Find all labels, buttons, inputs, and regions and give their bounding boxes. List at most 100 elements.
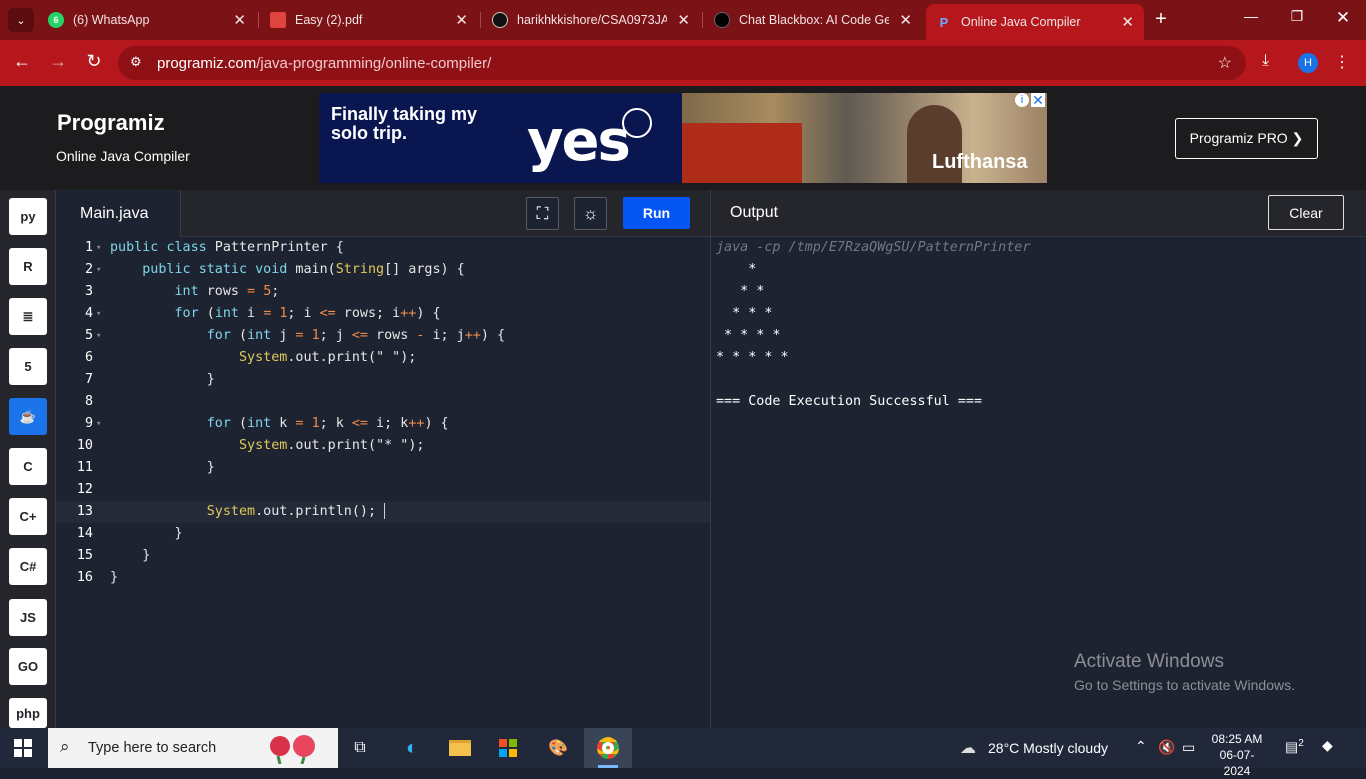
line-number: 2 (84, 262, 93, 277)
code-text: System.out.println(); (110, 501, 386, 523)
html5-icon[interactable]: 5 (9, 348, 47, 385)
address-bar[interactable]: ⚙ programiz.com/java-programming/online-… (118, 46, 1246, 80)
javascript-icon[interactable]: JS (9, 599, 47, 636)
code-text: for (int i = 1; i <= rows; i++) { (174, 306, 441, 321)
close-icon[interactable]: ✕ (899, 11, 912, 29)
fold-chevron-icon[interactable]: ▾ (96, 237, 101, 259)
microsoft-store-icon[interactable] (494, 734, 522, 762)
java-icon[interactable]: ☕ (9, 398, 47, 435)
window-close-icon[interactable]: ✕ (1328, 8, 1358, 28)
line-number: 3 (84, 284, 93, 299)
output-console[interactable]: java -cp /tmp/E7RzaQWgSU/PatternPrinter … (710, 237, 1366, 728)
windows-start-icon[interactable] (14, 739, 32, 757)
download-icon[interactable]: ⤓ (1262, 52, 1269, 70)
lang-label: R (23, 259, 33, 274)
weather-cloud-icon[interactable]: ☁ (954, 734, 982, 762)
tab-title: harikhkkishore/CSA0973JAVA (517, 13, 667, 27)
close-icon[interactable]: ✕ (455, 11, 468, 29)
paint-icon[interactable]: 🎨 (544, 734, 572, 762)
output-line: * (716, 262, 757, 277)
profile-avatar[interactable]: H (1298, 53, 1318, 73)
volume-muted-icon[interactable]: 🔇 (1158, 739, 1175, 756)
file-tab-main-java[interactable]: Main.java (56, 190, 181, 237)
editor-header: Main.java ⛶ ☼ Run (56, 190, 710, 237)
taskbar-clock[interactable]: 08:25 AM 06-07-2024 (1208, 731, 1266, 779)
browser-tab-strip: ⌄ 6 (6) WhatsApp ✕ Easy (2).pdf ✕ harikh… (0, 0, 1366, 40)
tab-github[interactable]: harikhkkishore/CSA0973JAVA ✕ (482, 6, 700, 34)
code-line: 10 System.out.print("* "); (56, 435, 710, 457)
ad-brand: Lufthansa (932, 151, 1028, 173)
programiz-pro-button[interactable]: Programiz PRO ❯ (1175, 118, 1318, 159)
file-explorer-icon[interactable] (446, 734, 474, 762)
forward-arrow-icon[interactable]: → (46, 51, 70, 72)
activate-windows-title: Activate Windows (1074, 651, 1224, 672)
fold-chevron-icon[interactable]: ▾ (96, 325, 101, 347)
advertisement-banner[interactable]: Finally taking my solo trip. yes Lufthan… (319, 93, 1047, 183)
edge-browser-icon[interactable]: ◐ (398, 734, 426, 762)
restore-icon[interactable]: ❐ (1282, 8, 1312, 25)
close-icon[interactable]: ✕ (677, 11, 690, 29)
fold-chevron-icon[interactable]: ▾ (96, 259, 101, 281)
chrome-icon[interactable] (594, 734, 622, 762)
output-title: Output (730, 204, 779, 221)
code-line: 15 } (56, 545, 710, 567)
url-path: /java-programming/online-compiler/ (256, 55, 492, 72)
battery-icon[interactable]: ▭ (1182, 739, 1195, 756)
taskbar-search-box[interactable]: ⌕ Type here to search (48, 728, 338, 768)
show-hidden-icons-chevron-icon[interactable]: ⌃ (1135, 738, 1147, 755)
windows-taskbar: ⌕ Type here to search ⧉ ◐ 🎨 ☁ 28°C Mostl… (0, 728, 1366, 778)
code-editor[interactable]: 1 ▾ public class PatternPrinter { 2 ▾ publi… (56, 237, 710, 728)
run-button[interactable]: Run (623, 197, 690, 229)
r-icon[interactable]: R (9, 248, 47, 285)
fold-chevron-icon[interactable]: ▾ (96, 303, 101, 325)
menu-kebab-icon[interactable]: ⋮ (1334, 52, 1350, 72)
sql-icon[interactable]: ≣ (9, 298, 47, 335)
go-icon[interactable]: GO (9, 648, 47, 685)
output-header: Output Clear (710, 190, 1366, 237)
php-icon[interactable]: php (9, 698, 47, 728)
reload-icon[interactable]: ↻ (82, 51, 106, 72)
fold-chevron-icon[interactable]: ▾ (96, 413, 101, 435)
tab-blackbox[interactable]: Chat Blackbox: AI Code Gene ✕ (704, 6, 922, 34)
tab-search-chevron-icon[interactable]: ⌄ (8, 8, 34, 32)
python-icon[interactable]: py (9, 198, 47, 235)
code-line: 6 System.out.print(" "); (56, 347, 710, 369)
tab-pdf[interactable]: Easy (2).pdf ✕ (260, 6, 478, 34)
line-number: 7 (84, 372, 93, 387)
lang-label: C+ (19, 509, 37, 524)
minimize-icon[interactable]: — (1236, 8, 1266, 24)
code-text: } (110, 372, 215, 387)
output-line: * * (716, 284, 765, 299)
tab-separator (480, 12, 481, 28)
tab-online-java-compiler[interactable]: P Online Java Compiler ✕ (926, 4, 1144, 40)
task-view-icon[interactable]: ⧉ (346, 734, 374, 762)
line-number: 15 (76, 548, 93, 563)
site-info-icon[interactable]: ⚙ (130, 54, 142, 70)
line-number: 14 (76, 526, 93, 541)
ad-info-icon[interactable]: i (1015, 93, 1029, 107)
url-text[interactable]: programiz.com/java-programming/online-co… (157, 55, 491, 72)
cpp-icon[interactable]: C+ (9, 498, 47, 535)
notification-icon[interactable]: ▤2 (1285, 738, 1304, 756)
line-number: 8 (84, 394, 93, 409)
tab-title: Online Java Compiler (961, 15, 1081, 29)
csharp-icon[interactable]: C# (9, 548, 47, 585)
line-number: 16 (76, 570, 93, 585)
copilot-icon[interactable]: ◆ (1322, 737, 1333, 754)
back-arrow-icon[interactable]: ← (10, 51, 34, 72)
theme-sun-icon[interactable]: ☼ (574, 197, 607, 230)
programiz-logo[interactable]: Programiz (57, 110, 165, 136)
code-line: 14 } (56, 523, 710, 545)
close-icon[interactable]: ✕ (1121, 13, 1134, 31)
fullscreen-icon[interactable]: ⛶ (526, 197, 559, 230)
c-icon[interactable]: C (9, 448, 47, 485)
bookmark-star-icon[interactable]: ☆ (1218, 53, 1232, 73)
code-line-active: 13 System.out.println(); (56, 501, 710, 523)
weather-text[interactable]: 28°C Mostly cloudy (988, 740, 1108, 756)
clear-button[interactable]: Clear (1268, 195, 1344, 230)
ad-close-icon[interactable]: ✕ (1031, 93, 1045, 107)
notification-count: 2 (1298, 738, 1304, 749)
new-tab-plus-icon[interactable]: + (1150, 8, 1172, 31)
tab-whatsapp[interactable]: 6 (6) WhatsApp ✕ (38, 6, 256, 34)
close-icon[interactable]: ✕ (233, 11, 246, 29)
